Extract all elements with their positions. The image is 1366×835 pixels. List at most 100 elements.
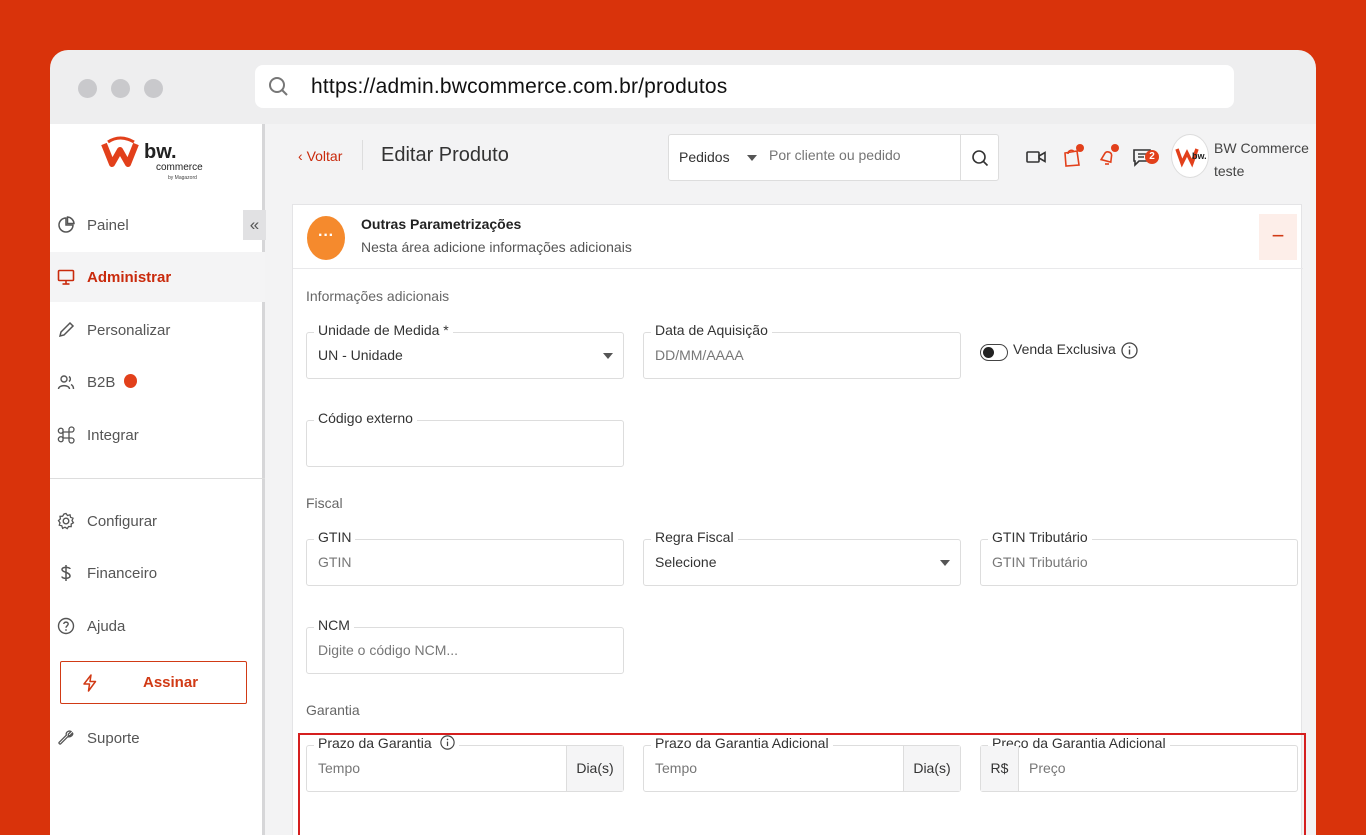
field-label: GTIN Tributário: [988, 529, 1092, 545]
codigo-externo-field[interactable]: Código externo: [306, 410, 624, 467]
sidebar-item-configurar[interactable]: Configurar: [50, 496, 265, 546]
chevron-down-icon[interactable]: [747, 155, 757, 161]
field-placeholder: GTIN Tributário: [992, 554, 1088, 570]
sidebar-item-administrar[interactable]: Administrar: [50, 252, 265, 302]
command-icon: [57, 426, 75, 444]
pie-chart-icon: [58, 216, 75, 233]
sidebar-item-label: B2B: [87, 373, 116, 391]
sidebar-item-painel[interactable]: Painel: [50, 200, 265, 250]
info-icon[interactable]: [1121, 342, 1138, 359]
video-icon[interactable]: [1025, 146, 1047, 168]
sidebar-item-label: Ajuda: [87, 617, 126, 635]
window-dot-maximize[interactable]: [144, 79, 163, 98]
back-link[interactable]: ‹ Voltar: [298, 148, 342, 164]
sidebar-item-label: Administrar: [87, 268, 172, 286]
unidade-medida-select[interactable]: Unidade de Medida * UN - Unidade: [306, 322, 624, 379]
field-label: Código externo: [314, 410, 417, 426]
help-icon: [57, 617, 75, 635]
field-placeholder: Digite o código NCM...: [318, 642, 459, 658]
field-label: Regra Fiscal: [651, 529, 738, 545]
svg-text:bw.: bw.: [1192, 151, 1207, 161]
section-subtitle: Nesta área adicione informações adiciona…: [361, 239, 632, 255]
venda-exclusiva-toggle[interactable]: [980, 344, 1008, 361]
search-input[interactable]: [769, 147, 949, 163]
sidebar-item-ajuda[interactable]: Ajuda: [50, 601, 265, 651]
field-value: UN - Unidade: [318, 347, 403, 363]
sidebar-item-label: Financeiro: [87, 564, 158, 582]
global-search: Pedidos: [668, 134, 999, 181]
garantia-highlight-box: [298, 733, 1306, 835]
search-icon: [269, 76, 288, 96]
section-header: ··· Outras Parametrizações Nesta área ad…: [293, 205, 1303, 269]
brand-logo[interactable]: bw. commerce by Magazord: [100, 132, 220, 184]
sidebar-item-label: Integrar: [87, 426, 139, 444]
window-dot-minimize[interactable]: [111, 79, 130, 98]
assinar-label: Assinar: [143, 674, 199, 691]
user-info[interactable]: BW Commerce teste: [1214, 137, 1309, 183]
field-value: Selecione: [655, 554, 717, 570]
field-placeholder: DD/MM/AAAA: [655, 347, 744, 363]
back-label: Voltar: [306, 148, 343, 164]
field-label: NCM: [314, 617, 354, 633]
field-placeholder: GTIN: [318, 554, 352, 570]
url-text: https://admin.bwcommerce.com.br/produtos: [311, 74, 728, 98]
sidebar: bw. commerce by Magazord « Painel Admini…: [50, 124, 266, 835]
sidebar-item-suporte[interactable]: Suporte: [50, 713, 265, 763]
gear-icon: [57, 512, 75, 530]
field-label: Data de Aquisição: [651, 322, 772, 338]
users-icon: [57, 375, 75, 390]
data-aquisicao-field[interactable]: Data de Aquisição DD/MM/AAAA: [643, 322, 961, 379]
gtin-field[interactable]: GTIN GTIN: [306, 529, 624, 586]
sidebar-item-label: Suporte: [87, 729, 140, 747]
field-label: GTIN: [314, 529, 356, 545]
search-icon: [971, 149, 988, 166]
top-bar: ‹ Voltar Editar Produto Pedidos 2 bw.: [268, 124, 1316, 200]
sidebar-item-b2b[interactable]: B2B: [50, 357, 265, 407]
notification-dot: [1076, 144, 1084, 152]
venda-exclusiva-label: Venda Exclusiva: [1013, 341, 1116, 357]
avatar[interactable]: bw.: [1171, 134, 1209, 178]
app: bw. commerce by Magazord « Painel Admini…: [50, 124, 1316, 835]
group-label-info: Informações adicionais: [306, 288, 450, 304]
header-divider: [362, 140, 363, 170]
dollar-icon: [61, 565, 71, 581]
toggle-knob: [983, 347, 994, 358]
lightning-icon: [83, 673, 97, 692]
svg-text:by Magazord: by Magazord: [168, 175, 197, 181]
window-dot-close[interactable]: [78, 79, 97, 98]
sidebar-item-label: Painel: [87, 216, 129, 234]
section-title: Outras Parametrizações: [361, 216, 522, 232]
svg-text:bw.: bw.: [144, 141, 177, 163]
collapse-section-button[interactable]: −: [1259, 214, 1297, 260]
more-icon: ···: [307, 216, 345, 260]
assinar-button[interactable]: Assinar: [60, 661, 247, 704]
sidebar-divider: [50, 478, 265, 479]
new-badge-icon: [124, 374, 137, 388]
page-title: Editar Produto: [381, 144, 509, 166]
group-label-fiscal: Fiscal: [306, 495, 343, 511]
pencil-icon: [58, 321, 75, 338]
chevron-down-icon: [603, 353, 613, 359]
address-bar[interactable]: https://admin.bwcommerce.com.br/produtos: [255, 65, 1234, 108]
notification-dot: [1111, 144, 1119, 152]
sidebar-item-label: Personalizar: [87, 321, 171, 339]
sidebar-item-label: Configurar: [87, 512, 158, 530]
ncm-field[interactable]: NCM Digite o código NCM...: [306, 617, 624, 674]
window-controls: [78, 79, 163, 98]
chat-badge: 2: [1145, 150, 1159, 164]
wrench-icon: [58, 730, 74, 745]
chevron-down-icon: [940, 560, 950, 566]
search-button[interactable]: [960, 135, 998, 180]
browser-window: https://admin.bwcommerce.com.br/produtos…: [50, 50, 1316, 835]
svg-text:commerce: commerce: [156, 162, 203, 173]
search-scope-select[interactable]: Pedidos: [679, 149, 730, 165]
sidebar-item-personalizar[interactable]: Personalizar: [50, 305, 265, 355]
sidebar-item-integrar[interactable]: Integrar: [50, 410, 265, 460]
group-label-garantia: Garantia: [306, 702, 360, 718]
field-label: Unidade de Medida *: [314, 322, 453, 338]
avatar-logo-icon: bw.: [1175, 148, 1207, 168]
user-role: teste: [1214, 163, 1245, 179]
gtin-tributario-field[interactable]: GTIN Tributário GTIN Tributário: [980, 529, 1298, 586]
regra-fiscal-select[interactable]: Regra Fiscal Selecione: [643, 529, 961, 586]
sidebar-item-financeiro[interactable]: Financeiro: [50, 548, 265, 598]
